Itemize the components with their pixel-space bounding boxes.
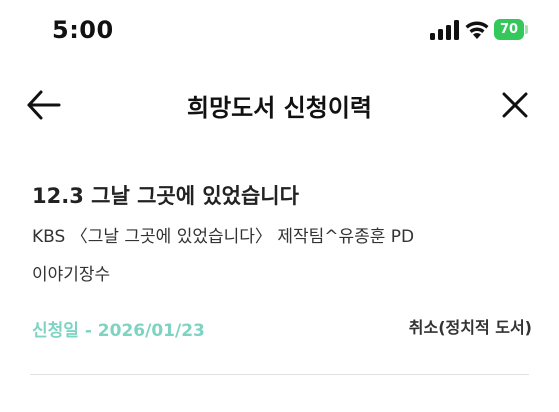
book-title: 12.3 그날 그곳에 있었습니다 bbox=[32, 184, 299, 208]
request-status: 취소(정치적 도서) bbox=[408, 318, 532, 337]
cellular-signal-icon bbox=[430, 20, 459, 40]
page-header: 희망도서 신청이력 bbox=[0, 76, 559, 134]
close-icon[interactable] bbox=[498, 88, 532, 122]
battery-indicator: 70 bbox=[494, 19, 530, 40]
request-date: 신청일 - 2026/01/23 bbox=[32, 321, 205, 341]
book-publisher: 이야기장수 bbox=[32, 265, 111, 285]
status-bar: 5:00 70 bbox=[0, 0, 559, 60]
battery-cap bbox=[525, 25, 528, 34]
page-title: 희망도서 신청이력 bbox=[187, 94, 372, 122]
battery-level: 70 bbox=[499, 22, 519, 37]
status-time: 5:00 bbox=[52, 16, 114, 44]
book-author: KBS 〈그날 그곳에 있었습니다〉 제작팀^유종훈 PD bbox=[32, 227, 415, 247]
wifi-icon bbox=[465, 21, 489, 39]
list-divider bbox=[30, 374, 529, 375]
